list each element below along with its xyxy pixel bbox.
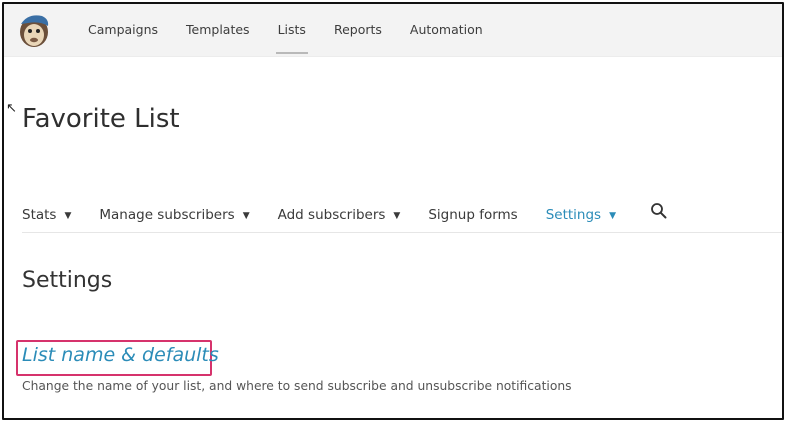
subnav-add-subscribers-label: Add subscribers bbox=[277, 207, 386, 223]
subnav-manage-subscribers-label: Manage subscribers bbox=[99, 207, 235, 223]
nav-lists[interactable]: Lists bbox=[264, 4, 320, 56]
chevron-down-icon: ▼ bbox=[242, 211, 250, 221]
link-description: Change the name of your list, and where … bbox=[22, 379, 572, 393]
list-name-defaults-link[interactable]: List name & defaults bbox=[22, 344, 219, 366]
nav-templates[interactable]: Templates bbox=[172, 4, 264, 56]
mouse-cursor-icon: ↖ bbox=[6, 101, 17, 116]
nav-automation[interactable]: Automation bbox=[396, 4, 497, 56]
page-title: Favorite List bbox=[22, 104, 180, 134]
nav-campaigns[interactable]: Campaigns bbox=[74, 4, 172, 56]
subnav-signup-forms[interactable]: Signup forms bbox=[428, 207, 517, 223]
chevron-down-icon: ▼ bbox=[393, 211, 401, 221]
mailchimp-logo-icon[interactable] bbox=[16, 11, 52, 49]
subnav-manage-subscribers[interactable]: Manage subscribers ▼ bbox=[99, 207, 249, 223]
subnav-add-subscribers[interactable]: Add subscribers ▼ bbox=[278, 207, 401, 223]
nav-reports[interactable]: Reports bbox=[320, 4, 396, 56]
list-subnav: Stats ▼ Manage subscribers ▼ Add subscri… bbox=[22, 198, 782, 233]
settings-heading: Settings bbox=[22, 268, 113, 293]
subnav-settings-label: Settings bbox=[545, 207, 602, 223]
subnav-settings[interactable]: Settings ▼ bbox=[546, 207, 616, 223]
chevron-down-icon: ▼ bbox=[64, 211, 72, 221]
app-window: Campaigns Templates Lists Reports Automa… bbox=[2, 2, 784, 420]
subnav-stats[interactable]: Stats ▼ bbox=[22, 207, 71, 223]
top-navigation-bar: Campaigns Templates Lists Reports Automa… bbox=[4, 4, 782, 57]
main-nav: Campaigns Templates Lists Reports Automa… bbox=[74, 4, 497, 56]
subnav-stats-label: Stats bbox=[22, 207, 57, 223]
subnav-signup-forms-label: Signup forms bbox=[428, 207, 518, 223]
search-icon[interactable] bbox=[650, 202, 668, 220]
chevron-down-icon: ▼ bbox=[609, 211, 617, 221]
